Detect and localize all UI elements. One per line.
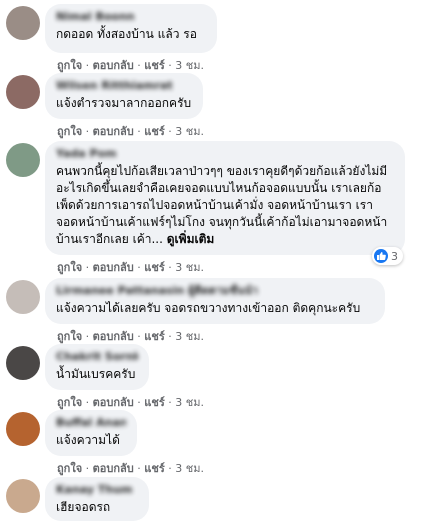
like-icon — [374, 249, 388, 263]
like-button[interactable]: ถูกใจ — [57, 59, 82, 72]
comment-timestamp[interactable]: 3 ชม. — [175, 261, 204, 274]
reply-button[interactable]: ตอบกลับ — [93, 462, 134, 475]
share-button[interactable]: แชร์ — [144, 59, 164, 72]
comment-bubble: Chakrit Sornkaew น้ำมันเบรคครับ — [45, 344, 149, 390]
comment-text-body: คนพวกนี้คุยไปก้อเสียเวลาป่าวๆๆ ของเราคุย… — [56, 164, 388, 246]
comment-author[interactable]: Chakrit Sornkaew — [56, 350, 138, 364]
comment-bubble: Buffal Anan แจ้งความได้ — [45, 410, 137, 456]
reply-button[interactable]: ตอบกลับ — [93, 59, 134, 72]
like-button[interactable]: ถูกใจ — [57, 396, 82, 409]
share-button[interactable]: แชร์ — [144, 396, 164, 409]
comment-timestamp[interactable]: 3 ชม. — [175, 462, 204, 475]
comment-actions: ถูกใจ · ตอบกลับ · แชร์ · 3 ชม. — [57, 396, 204, 409]
comment-author[interactable]: Buffal Anan — [56, 416, 126, 430]
comment-timestamp[interactable]: 3 ชม. — [175, 59, 204, 72]
like-button[interactable]: ถูกใจ — [57, 330, 82, 343]
comment-author[interactable]: Yada Pom — [56, 147, 116, 161]
avatar[interactable] — [6, 346, 40, 380]
comment-bubble: Kanay Thum เฮียจอดรถ — [45, 477, 149, 521]
comment-timestamp[interactable]: 3 ชม. — [175, 330, 204, 343]
like-button[interactable]: ถูกใจ — [57, 462, 82, 475]
reaction-count: 3 — [391, 249, 398, 263]
see-more-link[interactable]: ดูเพิ่มเติม — [167, 232, 215, 246]
avatar[interactable] — [6, 412, 40, 446]
share-button[interactable]: แชร์ — [144, 261, 164, 274]
comment-actions: ถูกใจ · ตอบกลับ · แชร์ · 3 ชม. — [57, 330, 204, 343]
comment-author[interactable]: Kanay Thum — [56, 483, 138, 497]
avatar[interactable] — [6, 479, 40, 513]
comment-timestamp[interactable]: 3 ชม. — [175, 125, 204, 138]
comment-actions: ถูกใจ · ตอบกลับ · แชร์ · 3 ชม. — [57, 59, 204, 72]
comment-bubble: Lirmanee Pattanasin ผู้ติดตามชั้นนำ แจ้ง… — [45, 278, 385, 324]
reply-button[interactable]: ตอบกลับ — [93, 396, 134, 409]
comment-timestamp[interactable]: 3 ชม. — [175, 396, 204, 409]
comment-actions: ถูกใจ · ตอบกลับ · แชร์ · 3 ชม. — [57, 462, 204, 475]
like-button[interactable]: ถูกใจ — [57, 261, 82, 274]
comment-author[interactable]: Nimal Boonn — [56, 10, 206, 24]
comment-text: แจ้งตำรวจมาลากออกครับ — [56, 96, 192, 110]
comment-author[interactable]: Wilsen Ritthiamrat — [56, 79, 192, 93]
avatar[interactable] — [6, 280, 40, 314]
comment-bubble: Wilsen Ritthiamrat แจ้งตำรวจมาลากออกครับ — [45, 73, 203, 119]
avatar[interactable] — [6, 6, 40, 40]
reply-button[interactable]: ตอบกลับ — [93, 125, 134, 138]
comment-author[interactable]: Lirmanee Pattanasin ผู้ติดตามชั้นนำ — [56, 284, 374, 298]
reply-button[interactable]: ตอบกลับ — [93, 261, 134, 274]
share-button[interactable]: แชร์ — [144, 462, 164, 475]
reply-button[interactable]: ตอบกลับ — [93, 330, 134, 343]
comment-bubble: Nimal Boonn กดออด ทั้งสองบ้าน แล้ว รอ — [45, 4, 217, 53]
comment-bubble: Yada Pom คนพวกนี้คุยไปก้อเสียเวลาป่าวๆๆ … — [45, 141, 405, 255]
avatar[interactable] — [6, 143, 40, 177]
reaction-summary[interactable]: 3 — [372, 247, 403, 265]
share-button[interactable]: แชร์ — [144, 330, 164, 343]
comment-text: แจ้งความได้ — [56, 433, 120, 447]
share-button[interactable]: แชร์ — [144, 125, 164, 138]
comment-text: กดออด ทั้งสองบ้าน แล้ว รอ — [56, 27, 197, 41]
comment-text: น้ำมันเบรคครับ — [56, 367, 136, 381]
comment-text: คนพวกนี้คุยไปก้อเสียเวลาป่าวๆๆ ของเราคุย… — [56, 163, 394, 248]
like-button[interactable]: ถูกใจ — [57, 125, 82, 138]
comment-text: เฮียจอดรถ — [56, 500, 111, 514]
comment-actions: ถูกใจ · ตอบกลับ · แชร์ · 3 ชม. — [57, 125, 204, 138]
comment-actions: ถูกใจ · ตอบกลับ · แชร์ · 3 ชม. — [57, 261, 204, 274]
comment-text: แจ้งความได้เลยครับ จอดรถขวางทางเข้าออก ต… — [56, 301, 361, 315]
avatar[interactable] — [6, 75, 40, 109]
